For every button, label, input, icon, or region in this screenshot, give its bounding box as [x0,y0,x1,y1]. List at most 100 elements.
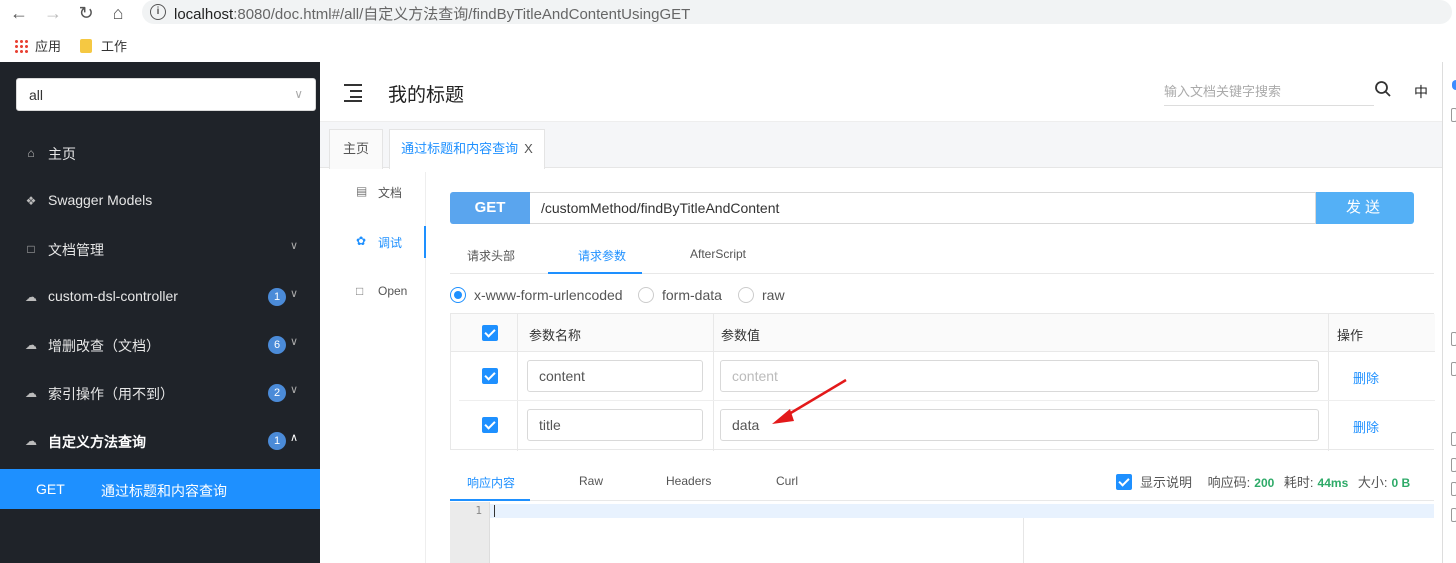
chevron-down-icon: ∨ [290,288,299,300]
radio-raw[interactable]: raw [738,287,785,305]
param-name-input[interactable] [527,409,703,441]
response-size: 0 B [1391,476,1411,490]
line-number: 1 [475,504,482,517]
radio-form-data[interactable]: form-data [638,287,722,305]
sidebar-item-index-ops[interactable]: ☁ 索引操作（用不到） 2 ∨ [0,369,320,417]
table-row: 删除 [459,352,1435,401]
group-select[interactable]: all ∨ [16,78,316,111]
menu-toggle-icon[interactable] [344,83,364,102]
docnav-open[interactable]: □ Open [328,272,426,312]
line-gutter: 1 [450,502,490,563]
radio-urlencoded[interactable]: x-www-form-urlencoded [450,287,623,305]
page-tabs: 主页 通过标题和内容查询 X [320,122,1442,169]
tab-afterscript[interactable]: AfterScript [690,247,746,261]
close-icon[interactable]: X [524,141,533,156]
folder-icon [80,39,92,53]
chevron-down-icon: ∨ [290,336,299,348]
search-input[interactable] [1164,78,1374,106]
language-switch[interactable]: 中 [1414,82,1428,102]
response-meta: 显示说明 响应码: 200 耗时: 44ms 大小: 0 B [1116,472,1410,491]
request-url-input[interactable] [530,192,1316,224]
status-code: 200 [1254,476,1275,490]
count-badge: 6 [268,336,286,354]
right-edge-panel [1442,62,1456,563]
tab-request-params[interactable]: 请求参数 [578,247,626,264]
radio-circle [738,287,754,303]
http-method-badge: GET [450,192,530,224]
sidebar-item-crud[interactable]: ☁ 增删改查（文档） 6 ∨ [0,321,320,369]
search-icon[interactable] [1374,80,1392,98]
bookmarks-bar: 应用 工作 [0,26,1456,62]
home-icon[interactable]: ⌂ [107,2,129,24]
docnav-debug[interactable]: ✿ 调试 [328,222,426,262]
apps-grid-icon [14,39,28,53]
param-name-input[interactable] [527,360,703,392]
chevron-down-icon: ∨ [290,240,299,252]
delete-link[interactable]: 删除 [1353,368,1379,387]
row-checkbox[interactable] [482,417,498,433]
docnav-doc[interactable]: ▤ 文档 [328,172,426,212]
cloud-icon: ☁ [25,338,37,352]
param-value-input[interactable] [720,409,1319,441]
tab-find-by-title-content[interactable]: 通过标题和内容查询 X [389,129,545,169]
show-desc-label: 显示说明 [1140,475,1193,490]
count-badge: 1 [268,288,286,306]
reload-icon[interactable]: ↻ [75,2,97,24]
send-button[interactable]: 发送 [1316,192,1414,224]
method-label: GET [36,481,65,497]
table-row: 删除 [459,401,1435,450]
doc-nav: ▤ 文档 ✿ 调试 □ Open [328,172,426,563]
indicator-icon [1452,80,1456,90]
back-arrow-icon[interactable]: ← [8,2,30,24]
row-checkbox[interactable] [482,368,498,384]
api-title: 通过标题和内容查询 [101,483,227,499]
cube-icon: ❖ [25,194,37,208]
tab-response-content[interactable]: 响应内容 [467,474,515,491]
bug-icon: ✿ [356,234,367,248]
url-path: :8080/doc.html#/all/自定义方法查询/findByTitleA… [233,6,691,23]
table-header: 参数名称 参数值 操作 [451,314,1435,352]
active-tab-indicator [548,272,642,274]
sidebar-item-swagger-models[interactable]: ❖ Swagger Models [0,177,320,225]
sidebar-item-custom-method-query[interactable]: ☁ 自定义方法查询 1 ∧ [0,417,320,465]
bookmark-apps[interactable]: 应用 [14,36,61,55]
top-header: 我的标题 中 [320,62,1442,122]
count-badge: 2 [268,384,286,402]
url-host: localhost [174,6,234,23]
response-editor[interactable]: 1 [450,502,1434,563]
active-tab-indicator [450,499,530,501]
response-tabs: 响应内容 Raw Headers Curl 显示说明 响应码: 200 耗时: 44… [450,464,1434,501]
tab-home[interactable]: 主页 [329,129,383,169]
params-table: 参数名称 参数值 操作 删除 删除 [450,313,1435,451]
response-time: 44ms [1317,476,1349,490]
tab-response-curl[interactable]: Curl [776,474,798,488]
file-icon: □ [356,284,364,298]
tab-response-headers[interactable]: Headers [666,474,711,488]
sidebar-subitem-find-by-title-content[interactable]: GET 通过标题和内容查询 [0,469,320,509]
sidebar-item-custom-dsl-controller[interactable]: ☁ custom-dsl-controller 1 ∨ [0,273,320,321]
status-code-label: 响应码: [1207,475,1251,490]
forward-arrow-icon[interactable]: → [42,2,64,24]
info-icon[interactable]: i [150,4,166,20]
sidebar-item-home[interactable]: ⌂ 主页 [0,129,320,177]
address-bar[interactable]: i localhost:8080/doc.html#/all/自定义方法查询/f… [142,0,1452,24]
request-tabs: 请求头部 请求参数 AfterScript [450,236,1434,274]
chevron-up-icon: ∧ [290,432,299,444]
delete-link[interactable]: 删除 [1353,417,1379,436]
size-label: 大小: [1357,475,1388,490]
sidebar-item-doc-management[interactable]: □ 文档管理 ∨ [0,225,320,273]
show-desc-checkbox[interactable] [1116,474,1132,490]
select-all-checkbox[interactable] [482,325,498,341]
tab-request-headers[interactable]: 请求头部 [467,247,515,264]
header-param-value: 参数值 [721,328,761,343]
home-icon: ⌂ [27,146,35,160]
param-value-input[interactable] [720,360,1319,392]
chevron-down-icon: ∨ [294,87,303,101]
header-param-name: 参数名称 [529,328,582,343]
bookmark-work[interactable]: 工作 [80,36,127,55]
time-label: 耗时: [1283,475,1314,490]
radio-circle [638,287,654,303]
cloud-icon: ☁ [25,386,37,400]
radio-circle [450,287,466,303]
tab-response-raw[interactable]: Raw [579,474,603,488]
